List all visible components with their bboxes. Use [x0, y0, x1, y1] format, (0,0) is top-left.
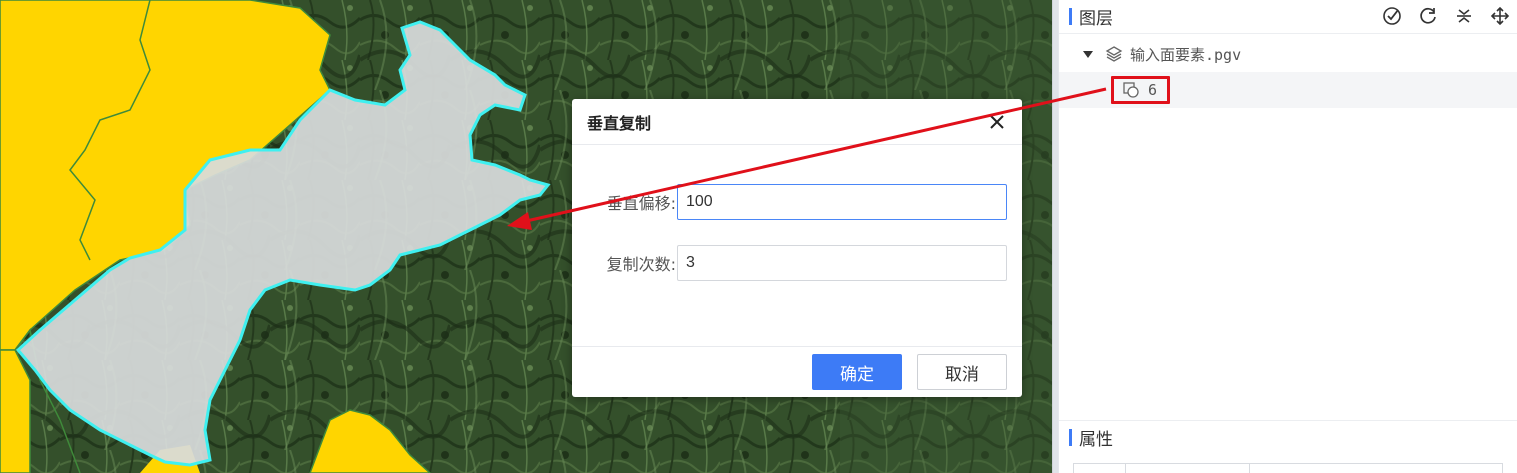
- layers-toolbar: [1381, 5, 1511, 27]
- table-cell: [1126, 464, 1250, 473]
- check-circle-icon[interactable]: [1381, 5, 1403, 27]
- layer-name: 输入面要素.pgv: [1130, 45, 1242, 64]
- count-row: 复制次数:: [572, 245, 1022, 281]
- dialog-footer: 确定 取消: [572, 346, 1022, 397]
- section-accent-bar: [1069, 8, 1072, 25]
- layer-tree-parent[interactable]: 输入面要素.pgv: [1059, 36, 1517, 72]
- refresh-icon[interactable]: [1417, 5, 1439, 27]
- count-input[interactable]: [677, 245, 1007, 281]
- cancel-button[interactable]: 取消: [917, 354, 1007, 390]
- vertical-copy-dialog: 垂直复制 垂直偏移: 复制次数: 确定 取消: [572, 99, 1022, 397]
- feature-count: 6: [1148, 81, 1158, 99]
- offset-input[interactable]: [677, 184, 1007, 220]
- count-label: 复制次数:: [606, 255, 676, 274]
- properties-table: [1073, 463, 1503, 473]
- layers-header: 图层: [1059, 0, 1517, 34]
- close-icon[interactable]: [988, 113, 1006, 131]
- section-accent-bar: [1069, 429, 1072, 446]
- table-cell: [1250, 464, 1502, 473]
- highlighted-layer-item[interactable]: 6: [1111, 76, 1171, 104]
- split-icon[interactable]: [1453, 5, 1475, 27]
- properties-title: 属性: [1079, 430, 1113, 450]
- offset-label: 垂直偏移:: [606, 194, 676, 213]
- dialog-header: 垂直复制: [572, 99, 1022, 145]
- side-panel: 图层 输入面要素.pgv 6 属性: [1058, 0, 1517, 473]
- properties-header: 属性: [1059, 420, 1517, 454]
- move-icon[interactable]: [1489, 5, 1511, 27]
- table-cell: [1074, 464, 1126, 473]
- polygon-feature-icon: [1123, 82, 1139, 98]
- caret-down-icon[interactable]: [1083, 50, 1093, 58]
- layer-tree-child[interactable]: 6: [1059, 72, 1517, 108]
- offset-row: 垂直偏移:: [572, 184, 1022, 220]
- ok-button[interactable]: 确定: [812, 354, 902, 390]
- layers-title: 图层: [1079, 9, 1113, 29]
- layers-stack-icon: [1105, 46, 1123, 62]
- dialog-title: 垂直复制: [587, 113, 652, 133]
